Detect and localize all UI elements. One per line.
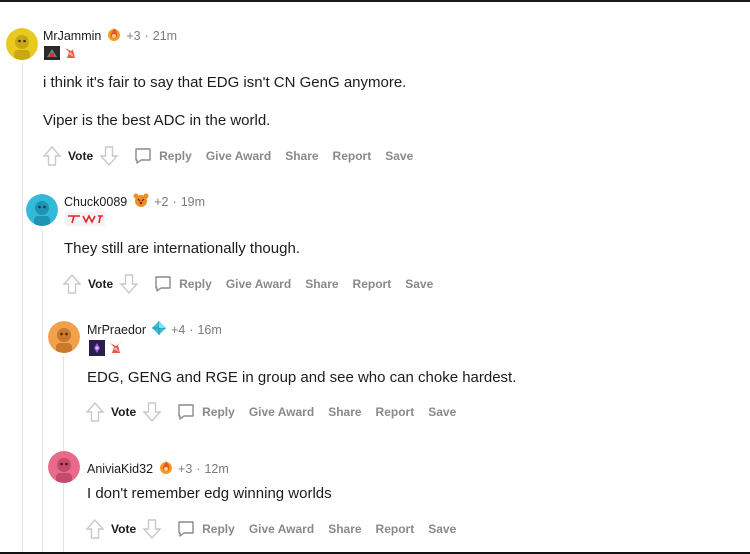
give-award-button[interactable]: Give Award [206, 149, 271, 163]
reply-button[interactable]: Reply [176, 519, 235, 539]
fire-award-icon [158, 459, 174, 478]
comment-text: i think it's fair to say that EDG isn't … [43, 74, 407, 91]
comment-meta: AniviaKid32 +3 · 12m [87, 459, 229, 478]
reply-label: Reply [159, 149, 192, 163]
comment-meta: Chuck0089 +2 · 19m [64, 192, 205, 211]
share-button[interactable]: Share [328, 405, 361, 419]
upvote-icon[interactable] [42, 145, 62, 167]
award-count: +3 [178, 461, 193, 476]
avatar[interactable] [48, 451, 80, 483]
give-award-button[interactable]: Give Award [249, 522, 314, 536]
user-flair [44, 46, 79, 65]
comment-text: I don't remember edg winning worlds [87, 485, 332, 502]
share-button[interactable]: Share [305, 277, 338, 291]
upvote-icon[interactable] [85, 518, 105, 540]
share-button[interactable]: Share [328, 522, 361, 536]
team-flair-icon [44, 46, 60, 65]
username[interactable]: MrPraedor [87, 323, 146, 337]
report-button[interactable]: Report [353, 277, 392, 291]
save-button[interactable]: Save [385, 149, 413, 163]
downvote-icon[interactable] [142, 518, 162, 540]
reply-button[interactable]: Reply [133, 146, 192, 166]
separator: · [196, 461, 201, 476]
separator: · [144, 28, 149, 43]
reply-label: Reply [202, 522, 235, 536]
rank-flair-icon [63, 46, 79, 65]
fire-award-icon [106, 26, 122, 45]
crystal-award-icon [151, 320, 167, 339]
vote-count: Vote [88, 277, 114, 291]
top-border [0, 0, 750, 2]
champion-flair-icon [89, 340, 105, 361]
give-award-button[interactable]: Give Award [226, 277, 291, 291]
comment-actions: Vote Reply Give Award Share Report Save [62, 273, 433, 295]
avatar[interactable] [6, 28, 38, 60]
award-count: +3 [126, 28, 141, 43]
rank-flair-icon [108, 340, 124, 361]
thread-line[interactable] [42, 230, 43, 554]
separator: · [172, 194, 177, 209]
comment-actions: Vote Reply Give Award Share Report Save [85, 518, 456, 540]
timestamp[interactable]: 21m [153, 29, 177, 43]
give-award-button[interactable]: Give Award [249, 405, 314, 419]
comment-bubble-icon [176, 402, 196, 422]
comment-text: Viper is the best ADC in the world. [43, 112, 271, 129]
tiger-award-icon [132, 192, 150, 211]
vote-count: Vote [111, 405, 137, 419]
username[interactable]: AniviaKid32 [87, 462, 153, 476]
reply-label: Reply [179, 277, 212, 291]
upvote-icon[interactable] [62, 273, 82, 295]
reply-button[interactable]: Reply [153, 274, 212, 294]
comment-bubble-icon [176, 519, 196, 539]
comment-bubble-icon [133, 146, 153, 166]
award-count: +4 [171, 322, 186, 337]
save-button[interactable]: Save [428, 405, 456, 419]
comment-bubble-icon [153, 274, 173, 294]
username[interactable]: MrJammin [43, 29, 101, 43]
user-flair [89, 340, 124, 361]
comment-text: They still are internationally though. [64, 240, 300, 257]
upvote-icon[interactable] [85, 401, 105, 423]
comment-actions: Vote Reply Give Award Share Report Save [42, 145, 413, 167]
comment-actions: Vote Reply Give Award Share Report Save [85, 401, 456, 423]
comment-meta: MrJammin +3 · 21m [43, 26, 177, 45]
separator: · [189, 322, 194, 337]
user-flair [65, 212, 105, 231]
downvote-icon[interactable] [119, 273, 139, 295]
report-button[interactable]: Report [376, 405, 415, 419]
reply-label: Reply [202, 405, 235, 419]
reply-button[interactable]: Reply [176, 402, 235, 422]
downvote-icon[interactable] [99, 145, 119, 167]
timestamp[interactable]: 16m [197, 323, 221, 337]
comment-text: EDG, GENG and RGE in group and see who c… [87, 369, 517, 386]
vote-count: Vote [111, 522, 137, 536]
timestamp[interactable]: 19m [181, 195, 205, 209]
award-count: +2 [154, 194, 169, 209]
avatar[interactable] [26, 194, 58, 226]
share-button[interactable]: Share [285, 149, 318, 163]
save-button[interactable]: Save [428, 522, 456, 536]
avatar[interactable] [48, 321, 80, 353]
report-button[interactable]: Report [376, 522, 415, 536]
downvote-icon[interactable] [142, 401, 162, 423]
t1-flair-icon [65, 212, 105, 231]
save-button[interactable]: Save [405, 277, 433, 291]
vote-count: Vote [68, 149, 94, 163]
thread-line[interactable] [22, 62, 23, 554]
timestamp[interactable]: 12m [204, 462, 228, 476]
username[interactable]: Chuck0089 [64, 195, 127, 209]
report-button[interactable]: Report [333, 149, 372, 163]
comment-meta: MrPraedor +4 · 16m [87, 320, 222, 339]
